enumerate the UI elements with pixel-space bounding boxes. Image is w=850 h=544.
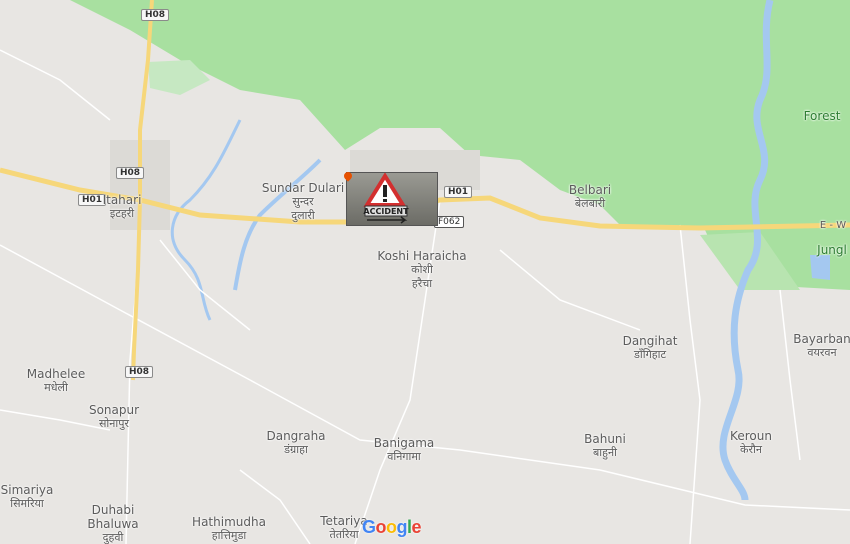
pond (810, 255, 830, 280)
highway-shield-h08-low: H08 (125, 366, 154, 378)
place-itahari[interactable]: Itahari इटहरी (103, 193, 142, 221)
place-tetariya[interactable]: Tetariya तेतरिया (320, 514, 367, 542)
place-banigama[interactable]: Banigama वनिगामा (374, 436, 435, 464)
place-hathimudha[interactable]: Hathimudha हात्तिमुडा (192, 515, 266, 543)
place-bahuni[interactable]: Bahuni बाहुनी (584, 432, 626, 460)
place-madhelee[interactable]: Madhelee मधेली (27, 367, 85, 395)
place-keroun[interactable]: Keroun केरौन (730, 429, 772, 457)
place-sundar-dulari[interactable]: Sundar Dulari सुन्दर दुलारी (262, 181, 344, 223)
river-west (170, 119, 242, 321)
highway-shield-h08-mid: H08 (116, 167, 145, 179)
place-belbari[interactable]: Belbari बेलबारी (569, 183, 611, 211)
place-dangihat[interactable]: Dangihat डाँगिहाट (623, 334, 678, 362)
accident-label: ACCIDENT (363, 207, 409, 216)
warning-triangle-icon: ACCIDENT (363, 172, 409, 224)
place-koshi-haraicha[interactable]: Koshi Haraicha कोशी हरैचा (377, 249, 466, 291)
place-simariya[interactable]: Simariya सिमरिया (1, 483, 54, 511)
place-dangraha[interactable]: Dangraha डंग्राहा (266, 429, 325, 457)
road-shield-f062: F062 (434, 216, 465, 228)
place-sonapur[interactable]: Sonapur सोनापुर (89, 403, 139, 431)
place-duhabi[interactable]: Duhabi Bhaluwa दुहवी (87, 503, 138, 544)
accident-marker[interactable]: ACCIDENT (346, 172, 438, 226)
place-bayarban[interactable]: Bayarban वयरवन (793, 332, 850, 360)
google-logo: Google (362, 517, 422, 537)
highway-shield-h01-center: H01 (444, 186, 473, 198)
road-label-ew: E - W (819, 220, 847, 231)
area-forest-label: Forest (803, 109, 841, 123)
area-jungle-label: Jungl (817, 243, 847, 257)
river-center (233, 158, 322, 291)
highway-shield-h08-top: H08 (141, 9, 170, 21)
map-canvas[interactable]: H08 H08 H08 H01 H01 F062 ACCIDENT Itahar… (0, 0, 850, 544)
